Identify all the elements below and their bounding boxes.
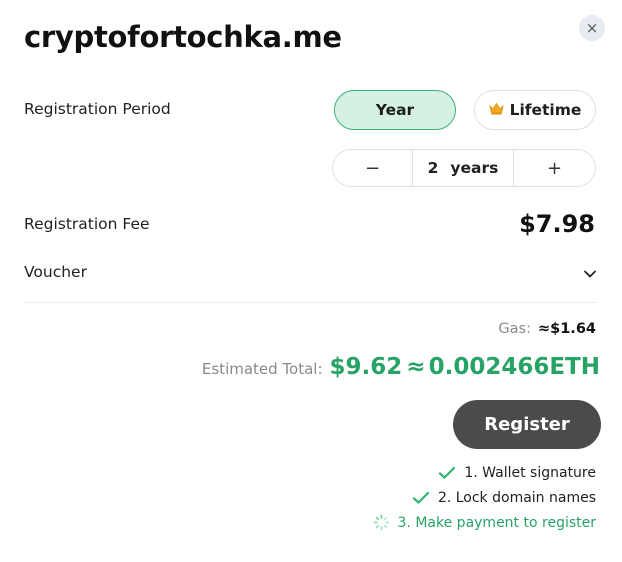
estimated-total-row: Estimated Total: $9.62 ≈ 0.002466ETH — [202, 354, 600, 380]
registration-period-label: Registration Period — [24, 100, 171, 118]
year-option-button[interactable]: Year — [334, 90, 456, 130]
estimated-total-label: Estimated Total: — [201, 360, 323, 378]
gas-row: Gas: ≈$1.64 — [498, 321, 596, 337]
registration-modal: cryptofortochka.me × Registration Period… — [0, 0, 622, 562]
step-label: 3. Make payment to register — [397, 514, 596, 531]
decrement-button[interactable]: − — [333, 150, 413, 186]
progress-steps: 1. Wallet signature 2. Lock domain names — [373, 464, 596, 531]
voucher-label[interactable]: Voucher — [24, 263, 87, 281]
year-option-label: Year — [375, 101, 415, 119]
check-icon — [439, 466, 456, 479]
total-eth-value: 0.002466ETH — [428, 354, 600, 380]
stepper-number: 2 — [427, 159, 439, 177]
domain-title: cryptofortochka.me — [24, 20, 342, 54]
step-label: 2. Lock domain names — [437, 489, 596, 506]
step-make-payment: 3. Make payment to register — [373, 514, 596, 531]
check-icon — [412, 491, 430, 504]
gas-label: Gas: — [498, 321, 531, 337]
step-lock-domain: 2. Lock domain names — [412, 489, 596, 506]
lifetime-option-label: Lifetime — [509, 101, 582, 119]
year-stepper: − 2 years + — [332, 149, 596, 187]
registration-fee-value: $7.98 — [519, 210, 595, 238]
step-wallet-signature: 1. Wallet signature — [438, 464, 596, 481]
total-approx-symbol: ≈ — [406, 354, 426, 380]
registration-fee-label: Registration Fee — [24, 215, 150, 233]
chevron-down-icon[interactable] — [582, 266, 598, 282]
step-label: 1. Wallet signature — [464, 464, 596, 481]
divider — [24, 302, 596, 303]
crown-icon — [488, 102, 504, 119]
loading-spinner-icon — [373, 514, 389, 531]
stepper-unit: years — [450, 159, 499, 177]
lifetime-option-button[interactable]: Lifetime — [474, 90, 596, 130]
close-icon[interactable]: × — [579, 15, 605, 41]
register-button[interactable]: Register — [453, 400, 601, 449]
gas-value: ≈$1.64 — [537, 321, 596, 337]
increment-button[interactable]: + — [513, 150, 595, 186]
stepper-value: 2 years — [413, 159, 513, 177]
total-usd-value: $9.62 — [329, 354, 403, 380]
